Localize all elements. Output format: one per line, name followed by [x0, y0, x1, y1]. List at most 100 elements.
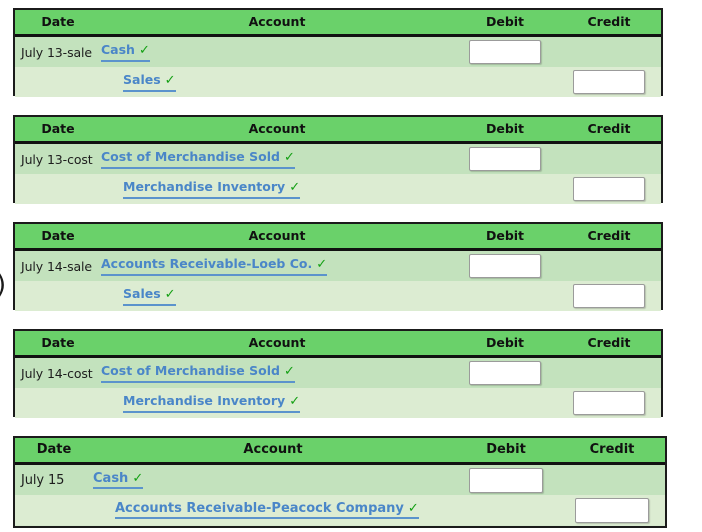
account-select[interactable]: Accounts Receivable-Loeb Co. ✓ [101, 256, 328, 276]
table-header-row: Date Account Debit Credit [15, 331, 661, 358]
credit-empty-slot [576, 466, 648, 490]
entry-credit-cell [557, 174, 661, 204]
entry-credit-cell [557, 35, 661, 67]
journal-entry-row: July 15 Cash ✓ [15, 463, 665, 495]
journal-july-15: Date Account Debit Credit July 15 Cash ✓ Accoun… [13, 436, 667, 528]
entry-credit-cell [559, 495, 665, 525]
account-select[interactable]: Sales ✓ [123, 286, 176, 306]
column-header-date: Date [15, 10, 101, 37]
credit-amount-input[interactable] [573, 391, 645, 415]
account-label: Cash [101, 42, 135, 58]
debit-amount-input[interactable] [469, 467, 543, 493]
entry-debit-cell [453, 249, 557, 281]
entry-credit-cell [557, 142, 661, 174]
checkmark-icon: ✓ [289, 180, 301, 196]
entry-credit-cell [557, 356, 661, 388]
debit-amount-input[interactable] [469, 40, 541, 64]
journal-july-13-cost: Date Account Debit Credit July 13-cost Cost o… [13, 115, 663, 204]
credit-empty-slot [573, 146, 645, 170]
credit-empty-slot [573, 360, 645, 384]
account-select[interactable]: Cash ✓ [101, 42, 150, 62]
journal-table: Date Account Debit Credit July 14-sale Accoun… [15, 224, 661, 311]
table-header-row: Date Account Debit Credit [15, 10, 661, 37]
entry-account-cell: Accounts Receivable-Peacock Company ✓ [93, 495, 453, 525]
entry-debit-cell [453, 174, 557, 204]
account-label: Merchandise Inventory [123, 179, 286, 195]
entry-credit-cell [557, 388, 661, 418]
checkmark-icon: ✓ [164, 73, 176, 89]
entry-account-cell: Cash ✓ [101, 35, 453, 67]
entry-date: July 13-sale [15, 35, 101, 67]
column-header-account: Account [101, 224, 453, 251]
account-select[interactable]: Cash ✓ [93, 471, 144, 490]
column-header-credit: Credit [557, 117, 661, 144]
entry-debit-cell [453, 495, 559, 525]
debit-amount-input[interactable] [469, 361, 541, 385]
journal-entry-worksheet: ) DateAccountDebitCreditJuly 13-saleCash… [0, 0, 702, 532]
journal-table: Date Account Debit Credit July 13-cost Cost o… [15, 117, 661, 204]
account-label: Sales [123, 72, 161, 88]
debit-amount-input[interactable] [469, 254, 541, 278]
account-select[interactable]: Sales ✓ [123, 72, 176, 92]
entry-debit-cell [453, 463, 559, 495]
entry-date [15, 281, 101, 311]
account-select[interactable]: Accounts Receivable-Peacock Company ✓ [115, 501, 419, 520]
column-header-account: Account [101, 331, 453, 358]
column-header-credit: Credit [559, 438, 665, 465]
credit-amount-input[interactable] [573, 70, 645, 94]
entry-credit-cell [557, 281, 661, 311]
column-header-debit: Debit [453, 10, 557, 37]
entry-date [15, 388, 101, 418]
column-header-credit: Credit [557, 10, 661, 37]
column-header-debit: Debit [453, 438, 559, 465]
column-header-date: Date [15, 117, 101, 144]
entry-account-cell: Accounts Receivable-Loeb Co. ✓ [101, 249, 453, 281]
journal-entry-row: July 13-cost Cost of Merchandise Sold ✓ [15, 142, 661, 174]
account-select[interactable]: Cost of Merchandise Sold ✓ [101, 363, 295, 383]
journal-july-14-sale: Date Account Debit Credit July 14-sale Accoun… [13, 222, 663, 311]
entry-date [15, 174, 101, 204]
debit-empty-slot [469, 390, 541, 414]
journal-entry-row: Sales ✓ [15, 67, 661, 97]
entry-account-cell: Merchandise Inventory ✓ [101, 388, 453, 418]
account-select[interactable]: Merchandise Inventory ✓ [123, 393, 301, 413]
column-header-debit: Debit [453, 117, 557, 144]
checkmark-icon: ✓ [289, 394, 301, 410]
debit-amount-input[interactable] [469, 147, 541, 171]
entry-date: July 14-cost [15, 356, 101, 388]
column-header-date: Date [15, 331, 101, 358]
entry-date: July 14-sale [15, 249, 101, 281]
entry-account-cell: Sales ✓ [101, 281, 453, 311]
journal-table: Date Account Debit Credit July 13-sale Cash ✓ S… [15, 10, 661, 97]
entry-account-cell: Merchandise Inventory ✓ [101, 174, 453, 204]
column-header-debit: Debit [453, 224, 557, 251]
credit-empty-slot [573, 39, 645, 63]
checkmark-icon: ✓ [316, 257, 328, 273]
checkmark-icon: ✓ [283, 364, 295, 380]
entry-debit-cell [453, 356, 557, 388]
entry-credit-cell [557, 249, 661, 281]
entry-debit-cell [453, 67, 557, 97]
entry-date [15, 67, 101, 97]
entry-date: July 13-cost [15, 142, 101, 174]
column-header-account: Account [101, 117, 453, 144]
journal-entry-row: July 13-sale Cash ✓ [15, 35, 661, 67]
journal-july-14-cost: Date Account Debit Credit July 14-cost Cost o… [13, 329, 663, 418]
journal-entry-row: Accounts Receivable-Peacock Company ✓ [15, 495, 665, 525]
cropped-paren-marker: ) [0, 272, 6, 298]
account-select[interactable]: Merchandise Inventory ✓ [123, 179, 301, 199]
account-select[interactable]: Cost of Merchandise Sold ✓ [101, 149, 295, 169]
entry-account-cell: Cash ✓ [93, 463, 453, 495]
checkmark-icon: ✓ [283, 150, 295, 166]
credit-amount-input[interactable] [575, 497, 649, 523]
entry-date [15, 495, 93, 525]
table-header-row: Date Account Debit Credit [15, 224, 661, 251]
account-label: Merchandise Inventory [123, 393, 286, 409]
journal-table: Date Account Debit Credit July 14-cost Cost o… [15, 331, 661, 418]
credit-amount-input[interactable] [573, 284, 645, 308]
checkmark-icon: ✓ [164, 287, 176, 303]
credit-amount-input[interactable] [573, 177, 645, 201]
table-header-row: Date Account Debit Credit [15, 438, 665, 465]
debit-empty-slot [469, 176, 541, 200]
column-header-date: Date [15, 438, 93, 465]
